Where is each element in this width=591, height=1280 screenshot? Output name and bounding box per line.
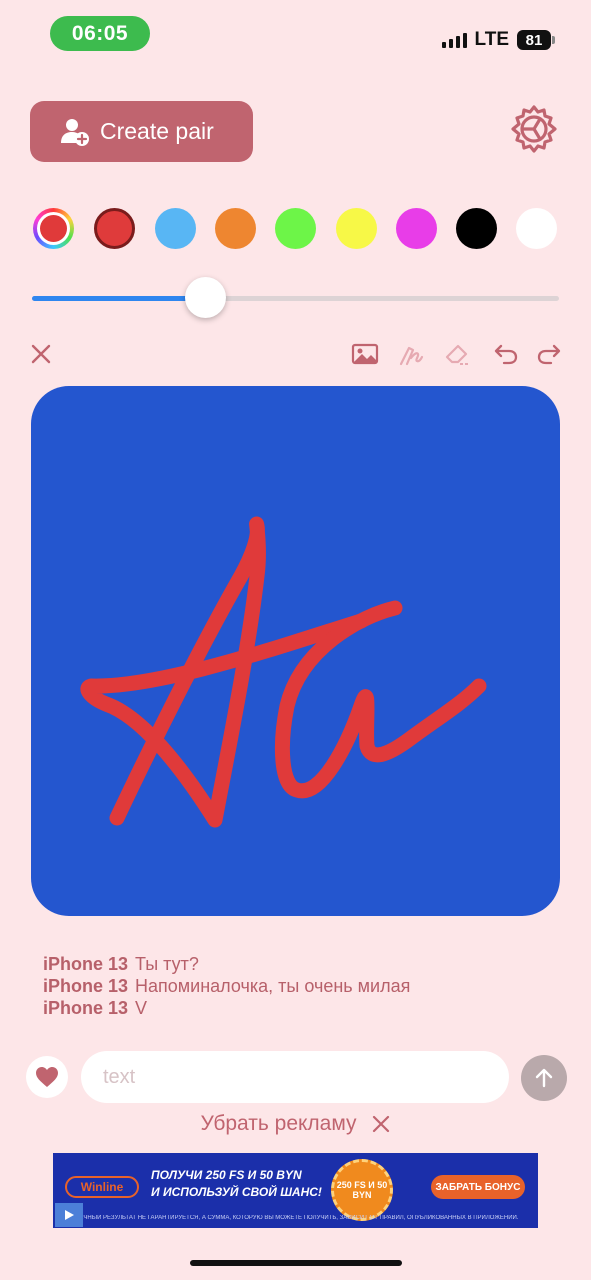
- create-pair-button[interactable]: Create pair: [30, 101, 253, 162]
- signal-icon: [441, 32, 467, 48]
- add-user-icon: [61, 118, 89, 146]
- color-swatch-black[interactable]: [456, 208, 497, 249]
- ad-brand-logo: Winline: [65, 1176, 139, 1198]
- color-swatch-green[interactable]: [275, 208, 316, 249]
- remove-ads-row: Убрать рекламу: [0, 1112, 591, 1136]
- message-sender: iPhone 13: [43, 976, 129, 996]
- battery-icon: 81: [517, 30, 555, 50]
- remove-ads-link[interactable]: Убрать рекламу: [200, 1112, 356, 1136]
- battery-level: 81: [525, 31, 543, 49]
- message-item: iPhone 13 Напоминалочка, ты очень милая: [43, 975, 563, 997]
- network-type: LTE: [474, 29, 509, 50]
- arrow-up-icon: [535, 1068, 553, 1088]
- ad-fine-print: КОНЕЧНЫЙ РЕЗУЛЬТАТ НЕ ГАРАНТИРУЕТСЯ, А С…: [67, 1215, 519, 1221]
- status-time: 06:05: [50, 16, 150, 51]
- brush-size-thumb[interactable]: [185, 277, 227, 318]
- gear-icon[interactable]: [509, 104, 559, 154]
- message-item: iPhone 13 V: [43, 997, 563, 1019]
- message-text: Напоминалочка, ты очень милая: [135, 976, 411, 996]
- heart-button[interactable]: [26, 1056, 68, 1098]
- message-sender: iPhone 13: [43, 954, 129, 974]
- color-swatch-magenta[interactable]: [396, 208, 437, 249]
- message-list: iPhone 13 Ты тут? iPhone 13 Напоминалочка,…: [43, 953, 563, 1019]
- message-input[interactable]: [81, 1051, 509, 1103]
- pen-icon[interactable]: [397, 340, 425, 368]
- message-text: V: [135, 998, 148, 1018]
- color-swatch-orange[interactable]: [215, 208, 256, 249]
- send-button[interactable]: [521, 1055, 567, 1101]
- ad-casino-chip: 250 FS И 50 BYN: [331, 1159, 393, 1221]
- close-icon[interactable]: [28, 341, 54, 367]
- brush-size-fill: [32, 296, 206, 301]
- ad-cta-button[interactable]: ЗАБРАТЬ БОНУС: [431, 1175, 525, 1199]
- message-sender: iPhone 13: [43, 998, 129, 1018]
- message-text: Ты тут?: [135, 954, 199, 974]
- image-icon[interactable]: [351, 340, 379, 368]
- status-indicators: LTE 81: [441, 28, 555, 52]
- color-swatch-red[interactable]: [94, 208, 135, 249]
- eraser-icon[interactable]: [444, 340, 472, 368]
- drawing-canvas[interactable]: [31, 386, 560, 916]
- undo-icon[interactable]: [492, 340, 520, 368]
- selected-color: [40, 215, 67, 242]
- message-item: iPhone 13 Ты тут?: [43, 953, 563, 975]
- heart-icon: [36, 1067, 58, 1087]
- create-pair-label: Create pair: [100, 118, 214, 144]
- ad-banner[interactable]: Winline ПОЛУЧИ 250 FS И 50 BYN И ИСПОЛЬЗ…: [53, 1153, 538, 1228]
- home-indicator: [190, 1260, 402, 1266]
- color-swatch-blue[interactable]: [155, 208, 196, 249]
- custom-color-swatch[interactable]: [33, 208, 74, 249]
- ad-choices-icon[interactable]: [55, 1203, 83, 1227]
- color-swatch-white[interactable]: [516, 208, 557, 249]
- close-icon[interactable]: [371, 1114, 391, 1134]
- color-swatch-yellow[interactable]: [336, 208, 377, 249]
- drawing-strokes: [80, 516, 487, 828]
- redo-icon[interactable]: [535, 340, 563, 368]
